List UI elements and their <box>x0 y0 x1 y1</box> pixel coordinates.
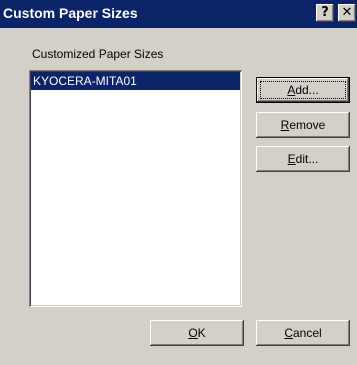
paper-sizes-listbox[interactable]: KYOCERA-MITA01 <box>29 70 242 307</box>
cancel-accelerator: C <box>284 326 293 340</box>
close-button[interactable]: ✕ <box>338 4 356 22</box>
customized-paper-sizes-label: Customized Paper Sizes <box>32 47 164 61</box>
edit-accelerator: E <box>287 152 296 166</box>
edit-label: dit... <box>295 152 319 166</box>
remove-label: emove <box>289 118 326 132</box>
ok-label: K <box>197 326 206 340</box>
edit-button[interactable]: Edit... <box>256 146 350 172</box>
remove-accelerator: R <box>280 118 290 132</box>
cancel-button[interactable]: Cancel <box>256 320 350 346</box>
ok-button[interactable]: OK <box>150 320 244 346</box>
add-label: dd... <box>295 83 319 97</box>
help-icon: ? <box>321 5 329 20</box>
remove-button[interactable]: Remove <box>256 112 350 138</box>
close-icon: ✕ <box>341 5 353 20</box>
custom-paper-sizes-dialog: Custom Paper Sizes ? ✕ Customized Paper … <box>0 0 357 365</box>
add-button[interactable]: Add... <box>256 77 350 103</box>
help-button[interactable]: ? <box>316 4 334 22</box>
dialog-title: Custom Paper Sizes <box>3 5 138 21</box>
title-bar[interactable]: Custom Paper Sizes ? ✕ <box>0 0 357 28</box>
list-item[interactable]: KYOCERA-MITA01 <box>31 72 240 90</box>
ok-accelerator: O <box>188 326 198 340</box>
cancel-label: ancel <box>292 326 322 340</box>
